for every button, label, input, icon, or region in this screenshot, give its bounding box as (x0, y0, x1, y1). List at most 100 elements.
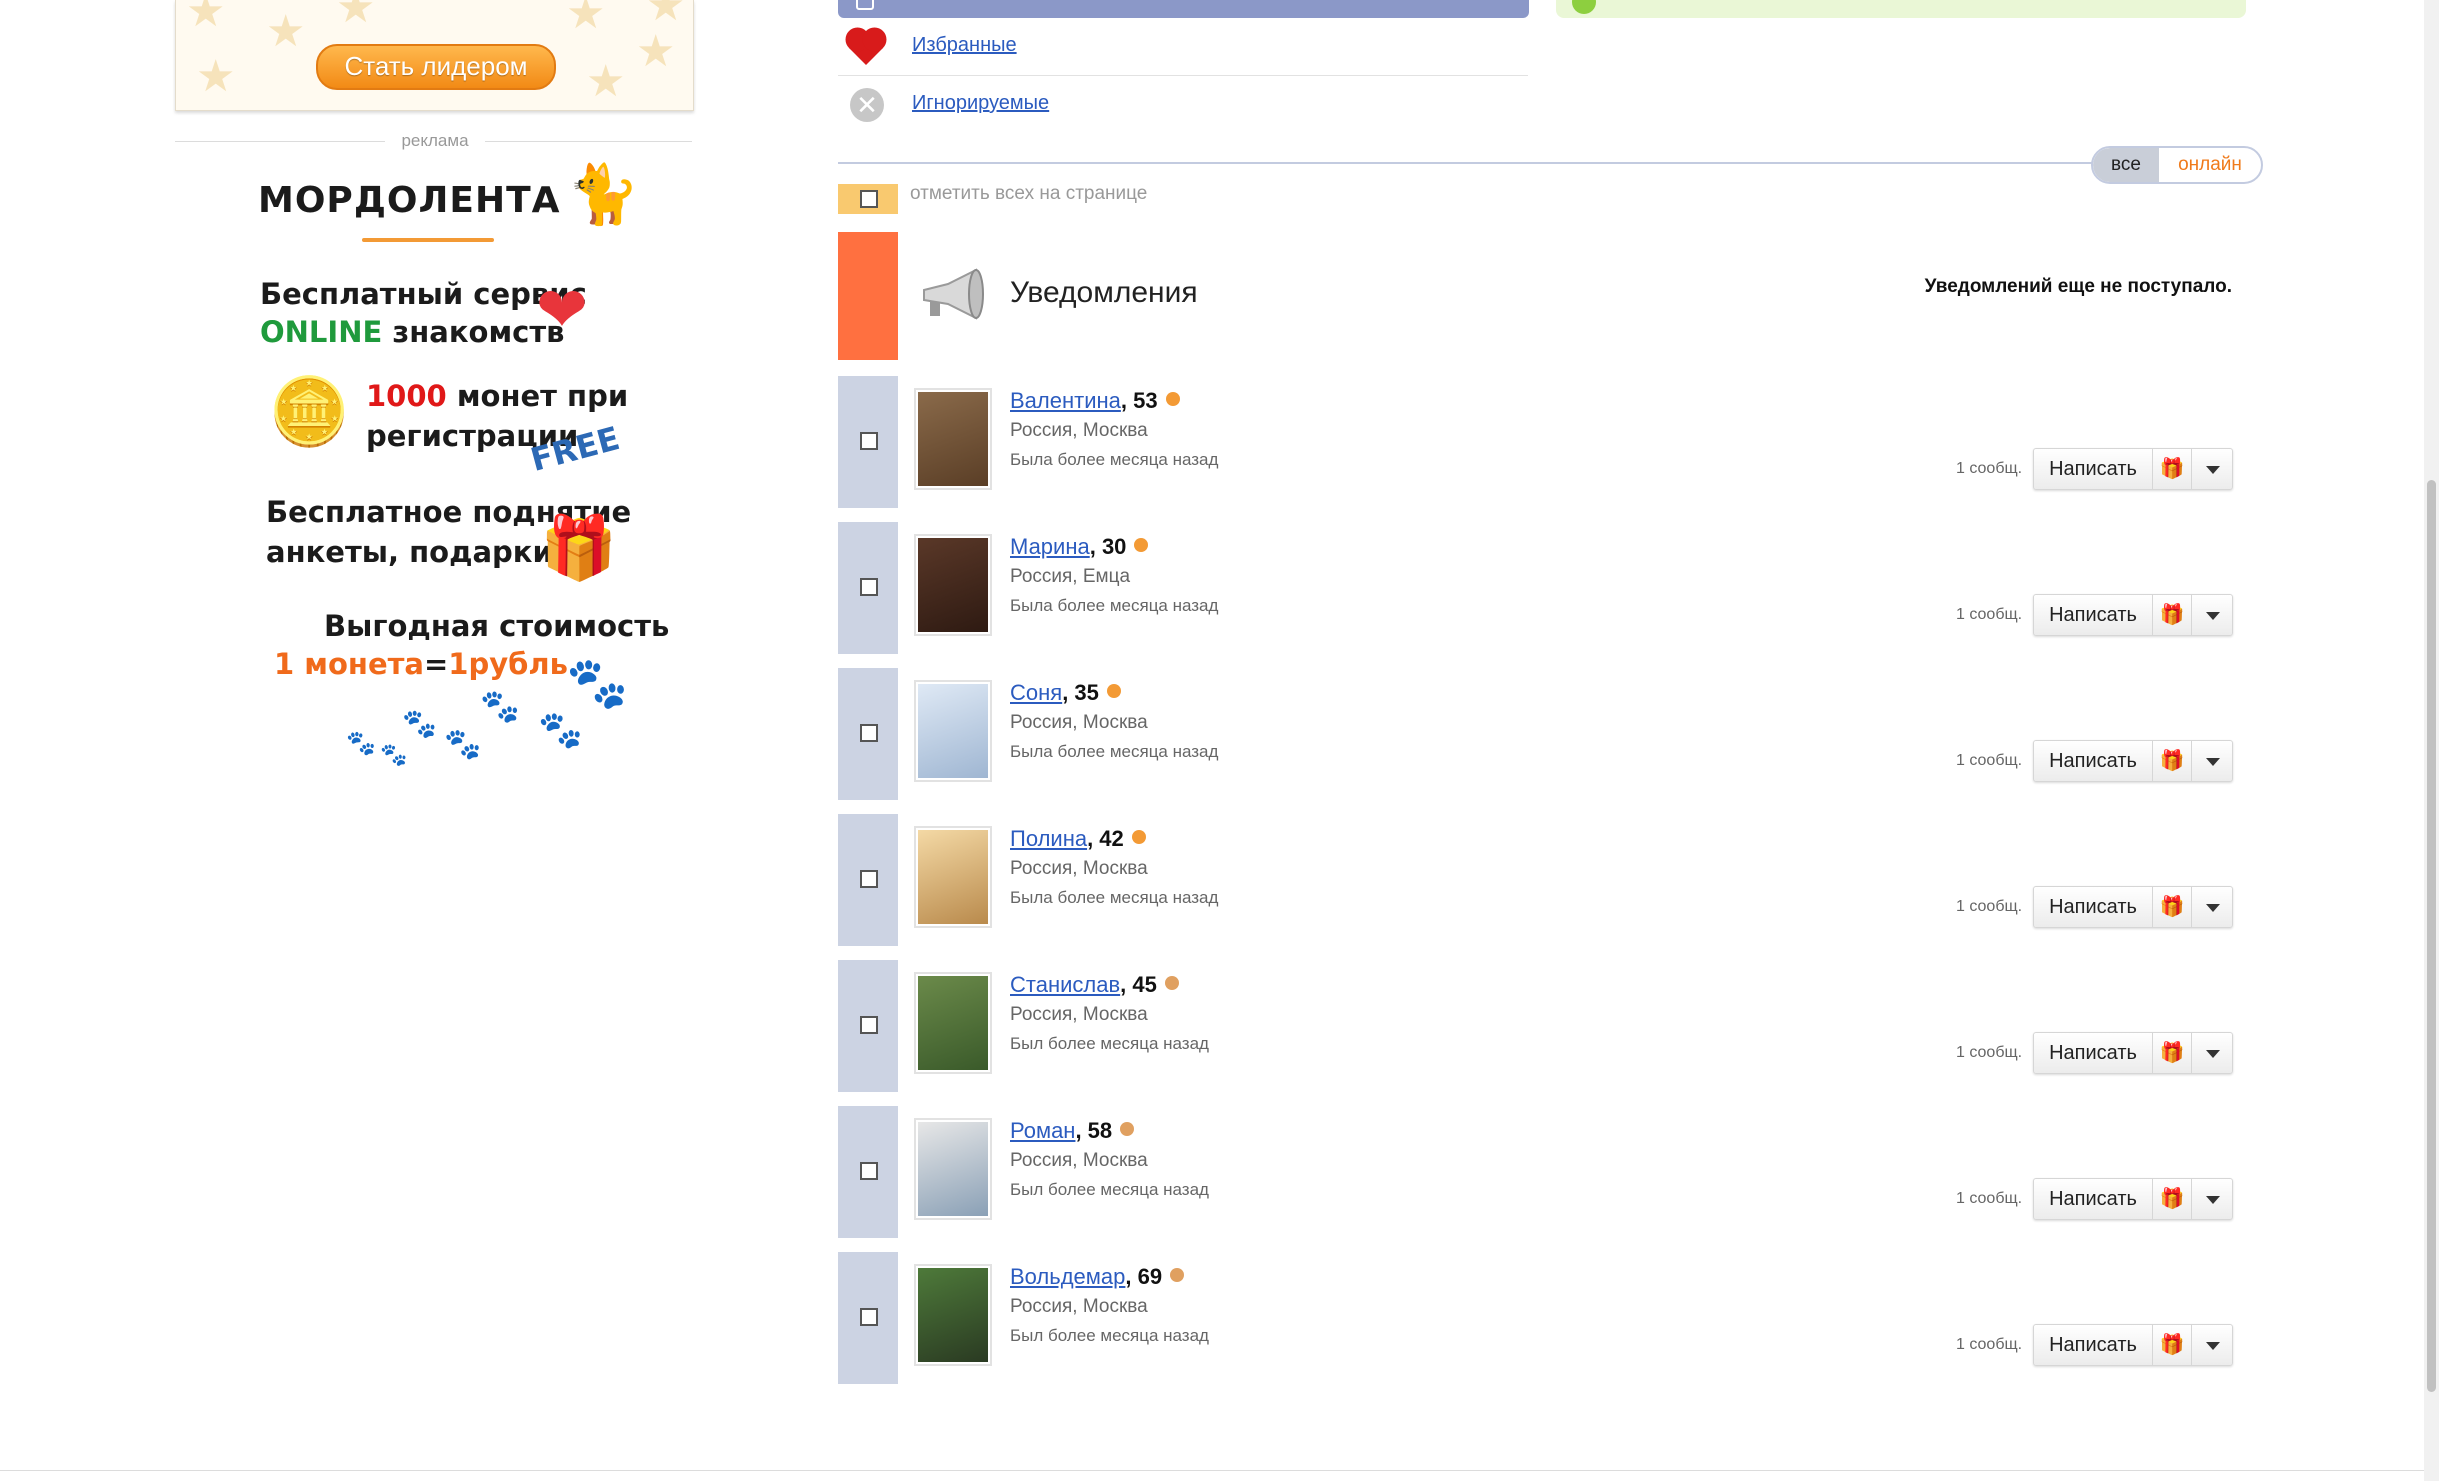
chevron-down-icon[interactable] (2192, 1325, 2232, 1365)
contact-age: , 30 (1089, 534, 1127, 559)
contact-row: Полина, 42 Россия, Москва Была более месяц… (838, 814, 2238, 946)
contact-age: , 69 (1125, 1264, 1163, 1289)
ad-label: реклама (401, 131, 469, 150)
become-leader-button[interactable]: Стать лидером (316, 44, 556, 90)
row-select-strip (838, 668, 898, 800)
contact-row: Роман, 58 Россия, Москва Был более месяца … (838, 1106, 2238, 1238)
avatar[interactable] (914, 1264, 992, 1366)
contact-name-link[interactable]: Полина (1010, 826, 1087, 851)
write-button[interactable]: Написать (2034, 595, 2153, 635)
chevron-down-icon[interactable] (2192, 595, 2232, 635)
page-bottom-divider (0, 1470, 2424, 1471)
ad-divider (175, 141, 385, 142)
filter-all-button[interactable]: все (2093, 148, 2159, 182)
select-all-strip (838, 184, 898, 214)
filter-divider (838, 162, 2113, 164)
contact-location: Россия, Москва (1010, 712, 1148, 733)
filter-online-button[interactable]: онлайн (2159, 148, 2261, 182)
heart-icon (849, 30, 884, 65)
contact-row: Марина, 30 Россия, Емца Была более месяца … (838, 522, 2238, 654)
menu-header-bar (838, 0, 1529, 18)
write-button[interactable]: Написать (2034, 1325, 2153, 1365)
male-icon (1164, 976, 1179, 990)
contact-location: Россия, Москва (1010, 1150, 1148, 1171)
avatar[interactable] (914, 972, 992, 1074)
select-all-checkbox[interactable] (860, 190, 878, 208)
avatar[interactable] (914, 826, 992, 928)
ad-logo-text: МОРДОЛЕНТА (258, 180, 561, 221)
chevron-down-icon[interactable] (2192, 741, 2232, 781)
megaphone-icon (923, 268, 984, 320)
scrollbar-thumb[interactable] (2427, 480, 2436, 1392)
row-checkbox[interactable] (860, 870, 878, 888)
message-count: 1 сообщ. (1956, 460, 2023, 477)
ad-text-1000: 1000 (366, 379, 447, 413)
gift-icon[interactable]: 🎁 (2153, 741, 2192, 781)
row-checkbox[interactable] (860, 1016, 878, 1034)
female-icon (1165, 392, 1180, 406)
avatar[interactable] (914, 1118, 992, 1220)
action-button-group: Написать 🎁 (2033, 1032, 2233, 1074)
avatar[interactable] (914, 388, 992, 490)
contact-name-line: Вольдемар, 69 (1010, 1264, 1185, 1290)
row-checkbox[interactable] (860, 432, 878, 450)
contact-age: , 42 (1087, 826, 1124, 851)
contact-name-line: Марина, 30 (1010, 534, 1149, 560)
avatar[interactable] (914, 534, 992, 636)
ignored-link[interactable]: Игнорируемые (912, 92, 1049, 115)
gift-icon[interactable]: 🎁 (2153, 1033, 2192, 1073)
write-button[interactable]: Написать (2034, 887, 2153, 927)
contact-age: , 45 (1120, 972, 1157, 997)
gift-icon[interactable]: 🎁 (2153, 1179, 2192, 1219)
ad-line-coins: 1000 монет при (366, 376, 628, 416)
row-select-strip (838, 960, 898, 1092)
chevron-down-icon[interactable] (2192, 1179, 2232, 1219)
favorites-link[interactable]: Избранные (912, 34, 1017, 57)
menu-item-favorites[interactable]: Избранные (838, 18, 1528, 74)
contact-row: Соня, 35 Россия, Москва Была более месяца … (838, 668, 2238, 800)
contact-name-link[interactable]: Соня (1010, 680, 1062, 705)
row-checkbox[interactable] (860, 1308, 878, 1326)
contact-last-seen: Был более месяца назад (1010, 1034, 1209, 1053)
contact-row: Станислав, 45 Россия, Москва Был более мес… (838, 960, 2238, 1092)
star-decoration: ★ (336, 0, 376, 32)
contact-name-link[interactable]: Вольдемар (1010, 1264, 1125, 1289)
avatar[interactable] (914, 680, 992, 782)
gift-icon[interactable]: 🎁 (2153, 1325, 2192, 1365)
contact-name-link[interactable]: Роман (1010, 1118, 1075, 1143)
action-button-group: Написать 🎁 (2033, 740, 2233, 782)
ad-text: = (423, 647, 449, 681)
paw-icon: 🐾 (402, 708, 437, 739)
paw-icon: 🐾 (380, 742, 408, 767)
chevron-down-icon[interactable] (2192, 1033, 2232, 1073)
star-decoration: ★ (266, 7, 306, 56)
star-decoration: ★ (196, 52, 236, 101)
contact-name-link[interactable]: Марина (1010, 534, 1090, 559)
female-icon (1131, 830, 1146, 844)
select-all-label[interactable]: отметить всех на странице (910, 183, 1147, 205)
paw-icon: 🐾 (346, 730, 376, 757)
contact-name-link[interactable]: Валентина (1010, 388, 1121, 413)
contact-name-link[interactable]: Станислав (1010, 972, 1120, 997)
ad-line-price: Выгодная стоимость (324, 606, 669, 646)
menu-item-ignored[interactable]: ✕ Игнорируемые (838, 76, 1528, 132)
gift-icon[interactable]: 🎁 (2153, 595, 2192, 635)
write-button[interactable]: Написать (2034, 449, 2153, 489)
contact-location: Россия, Москва (1010, 858, 1148, 879)
action-button-group: Написать 🎁 (2033, 1324, 2233, 1366)
contact-last-seen: Был более месяца назад (1010, 1180, 1209, 1199)
female-icon (1106, 684, 1121, 698)
cat-icon: 🐈 (567, 162, 640, 227)
chevron-down-icon[interactable] (2192, 887, 2232, 927)
row-checkbox[interactable] (860, 578, 878, 596)
write-button[interactable]: Написать (2034, 741, 2153, 781)
chevron-down-icon[interactable] (2192, 449, 2232, 489)
row-checkbox[interactable] (860, 724, 878, 742)
write-button[interactable]: Написать (2034, 1033, 2153, 1073)
contact-location: Россия, Емца (1010, 566, 1131, 587)
message-count: 1 сообщ. (1956, 1190, 2023, 1207)
row-checkbox[interactable] (860, 1162, 878, 1180)
gift-icon[interactable]: 🎁 (2153, 449, 2192, 489)
gift-icon[interactable]: 🎁 (2153, 887, 2192, 927)
write-button[interactable]: Написать (2034, 1179, 2153, 1219)
